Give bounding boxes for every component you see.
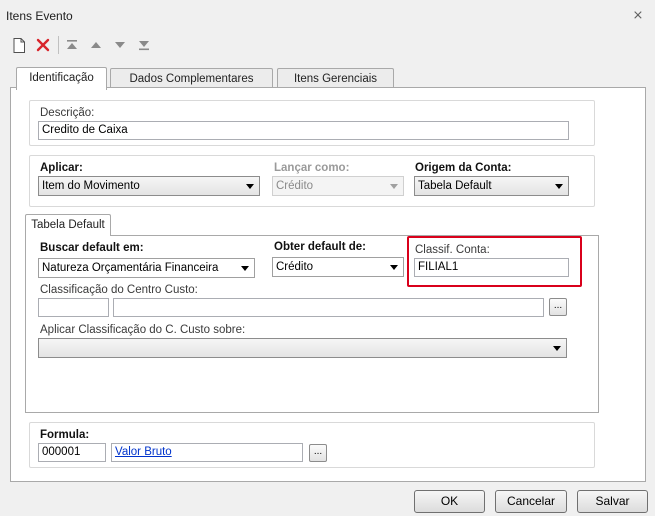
delete-icon[interactable] [34,36,52,54]
chevron-down-icon [246,184,254,189]
save-button[interactable]: Salvar [577,490,648,513]
tab-tabela-default[interactable]: Tabela Default [25,214,111,236]
move-to-top-icon[interactable] [63,36,81,54]
classif-centro-custo-lookup-button[interactable]: ... [549,298,567,316]
origem-conta-label: Origem da Conta: [415,162,512,174]
chevron-down-icon [553,346,561,351]
aplicar-value: Item do Movimento [42,180,140,192]
classif-conta-field[interactable]: FILIAL1 [414,258,569,277]
chevron-down-icon [390,265,398,270]
formula-link[interactable]: Valor Bruto [115,446,172,458]
classif-centro-custo-desc-field[interactable] [113,298,544,317]
descricao-field[interactable]: Credito de Caixa [38,121,569,140]
move-to-bottom-icon[interactable] [135,36,153,54]
title-bar [0,0,655,30]
lancar-como-label: Lançar como: [274,162,350,174]
tab-dados-complementares[interactable]: Dados Complementares [110,68,273,89]
lancar-como-select: Crédito [272,176,404,196]
new-document-icon[interactable] [10,36,28,54]
aplicar-select[interactable]: Item do Movimento [38,176,260,196]
classif-centro-custo-code-field[interactable] [38,298,109,317]
origem-conta-value: Tabela Default [418,180,492,192]
obter-default-value: Crédito [276,261,314,273]
chevron-down-icon [390,184,398,189]
obter-default-select[interactable]: Crédito [272,257,404,277]
buscar-default-select[interactable]: Natureza Orçamentária Financeira [38,258,255,278]
chevron-down-icon [555,184,563,189]
window-title: Itens Evento [6,9,73,23]
cancel-button[interactable]: Cancelar [495,490,567,513]
ok-button[interactable]: OK [414,490,485,513]
formula-lookup-button[interactable]: ... [309,444,327,462]
formula-code-field[interactable]: 000001 [38,443,106,462]
origem-conta-select[interactable]: Tabela Default [414,176,569,196]
move-up-icon[interactable] [87,36,105,54]
aplicar-classif-label: Aplicar Classificação do C. Custo sobre: [40,324,246,336]
buscar-default-value: Natureza Orçamentária Financeira [42,262,219,274]
classif-centro-custo-label: Classificação do Centro Custo: [40,284,198,296]
formula-label: Formula: [40,429,90,441]
move-down-icon[interactable] [111,36,129,54]
obter-default-label: Obter default de: [274,241,367,253]
lancar-como-value: Crédito [276,180,314,192]
close-icon[interactable]: ⨯ [630,7,646,23]
toolbar-separator [58,36,59,54]
aplicar-label: Aplicar: [40,162,83,174]
classif-conta-label: Classif. Conta: [415,244,490,256]
formula-desc-field: Valor Bruto [111,443,303,462]
buscar-default-label: Buscar default em: [40,242,144,254]
chevron-down-icon [241,266,249,271]
tab-identificacao[interactable]: Identificação [16,67,107,90]
tab-itens-gerenciais[interactable]: Itens Gerenciais [277,68,394,89]
aplicar-classif-select[interactable] [38,338,567,358]
descricao-label: Descrição: [40,107,95,119]
